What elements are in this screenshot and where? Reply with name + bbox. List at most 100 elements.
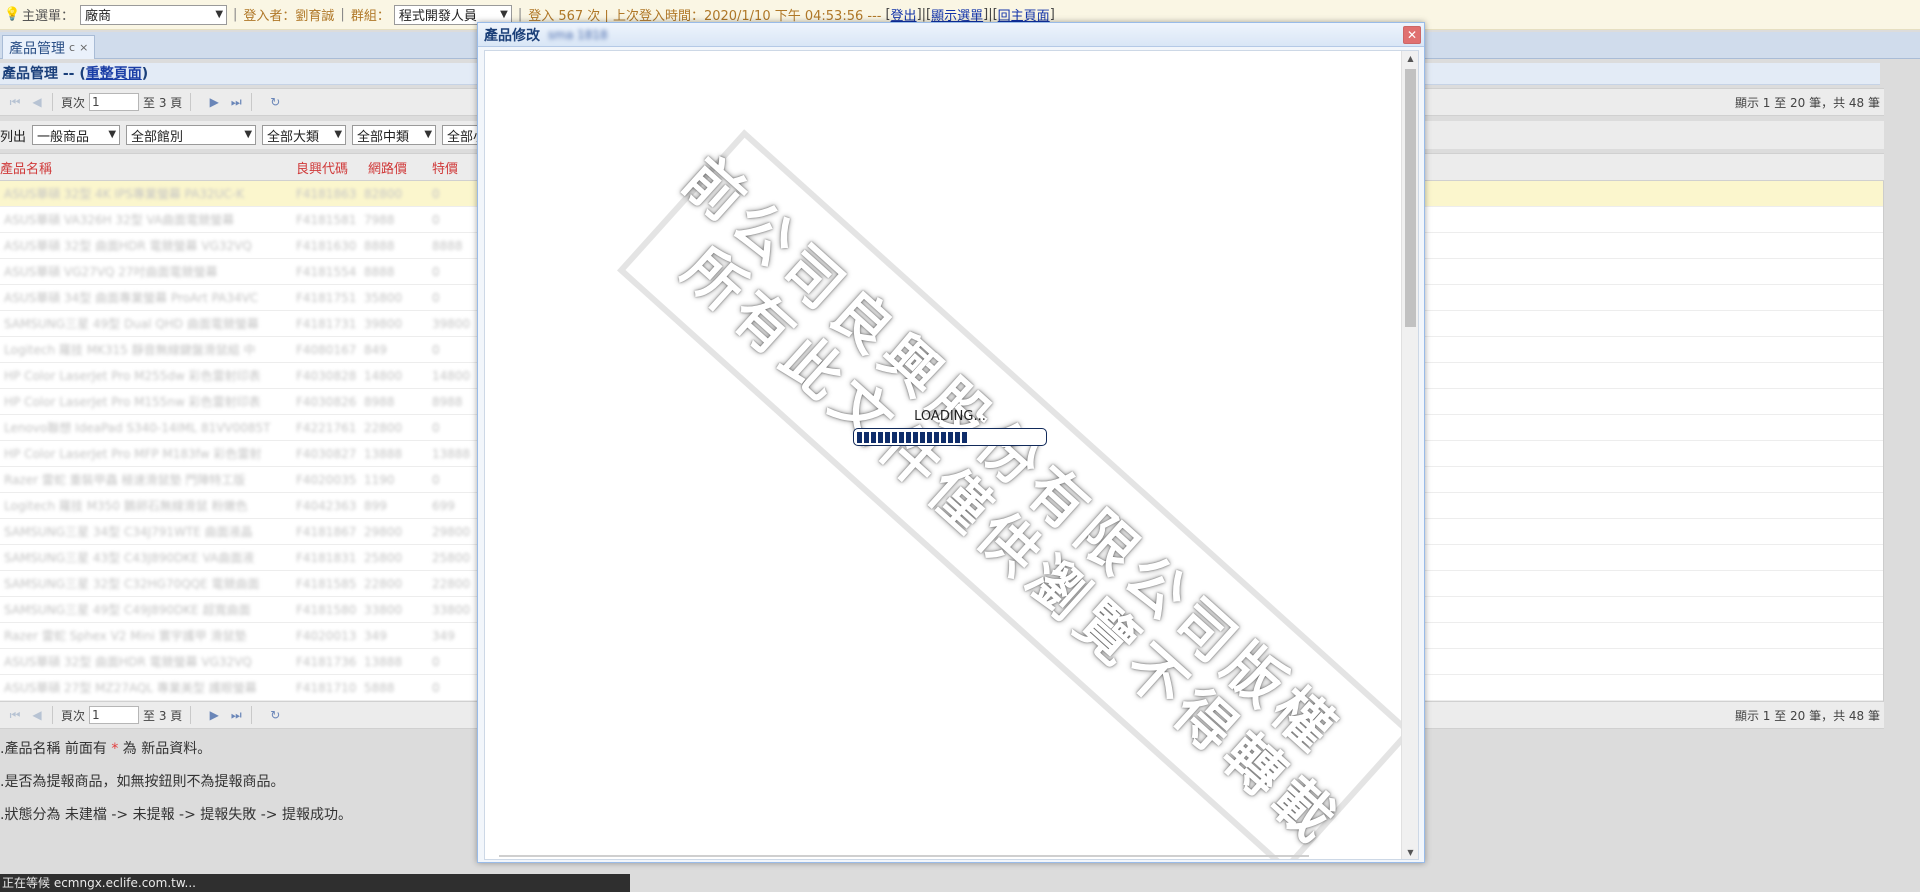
column-header[interactable]: 產品名稱 <box>0 158 296 177</box>
cell-code: F4181581 <box>296 212 357 227</box>
category-middle-value: 全部中類 <box>357 129 410 145</box>
dialog-body: 前公司良興股份有限公司版權 所有此文件僅供瀏覽不得轉載 LOADING... ▲… <box>484 50 1419 860</box>
cell-special: 29800 <box>432 524 471 539</box>
category-major-select[interactable]: 全部大類 ▼ <box>262 125 347 145</box>
login-user: 登入者：劉育誠 <box>243 9 335 24</box>
prev-page-icon[interactable]: ◀ <box>30 708 44 722</box>
column-header[interactable]: 良興代碼 <box>296 158 368 177</box>
watermark: 前公司良興股份有限公司版權 所有此文件僅供瀏覽不得轉載 <box>485 51 1418 860</box>
divider <box>251 706 253 724</box>
cell-name: SAMSUNG三星 43型 C43J890DKE VA曲面液 <box>4 551 255 565</box>
cell-code: F4020035 <box>296 472 357 487</box>
cell-special: 25800 <box>432 550 471 565</box>
cell-special: 14800 <box>432 368 471 383</box>
close-icon[interactable]: × <box>79 41 88 54</box>
cell-name: SAMSUNG三星 34型 C34J791WTE 曲面液晶 <box>4 525 253 539</box>
type-select[interactable]: 一般商品 ▼ <box>32 125 121 145</box>
cell-code: F4181585 <box>296 576 357 591</box>
prev-page-icon[interactable]: ◀ <box>30 95 44 109</box>
lightbulb-icon: 💡 <box>4 6 21 22</box>
cell-special: 699 <box>432 498 455 513</box>
dialog-subtitle: sma 1818 <box>548 27 608 42</box>
store-select[interactable]: 全部館別 ▼ <box>126 125 257 145</box>
cell-name: HP Color LaserJet Pro M155nw 彩色雷射印表 <box>4 395 261 409</box>
dialog-header[interactable]: 產品修改 sma 1818 <box>478 23 1424 47</box>
type-select-value: 一般商品 <box>37 129 90 145</box>
category-middle-select[interactable]: 全部中類 ▼ <box>352 125 437 145</box>
progress-segment <box>864 431 869 443</box>
watermark-line: 所有此文件僅供瀏覽不得轉載 <box>670 234 1354 860</box>
progress-segment <box>913 431 918 443</box>
cell-name: ASUS華碩 VA326H 32型 VA曲面電競螢幕 <box>4 213 235 227</box>
note-report: .是否為提報商品，如無按鈕則不為提報商品。 <box>0 774 285 790</box>
cell-special: 0 <box>432 472 440 487</box>
cell-code: F4181580 <box>296 602 357 617</box>
progress-segment <box>962 431 967 443</box>
close-icon[interactable]: ✕ <box>1403 26 1421 44</box>
progress-segment <box>857 431 862 443</box>
cell-name: SAMSUNG三星 49型 C49J890DKE 超寬曲面 <box>4 603 251 617</box>
group-label: 群組： <box>350 9 390 24</box>
cell-name: SAMSUNG三星 49型 Dual QHD 曲面電競螢幕 <box>4 317 259 331</box>
scroll-up-icon[interactable]: ▲ <box>1402 51 1418 67</box>
cell-price: 22800 <box>364 420 403 435</box>
cell-special: 0 <box>432 290 440 305</box>
cell-code: F4181736 <box>296 654 357 669</box>
cell-price: 22800 <box>364 576 403 591</box>
cell-price: 82800 <box>364 186 403 201</box>
scroll-thumb[interactable] <box>1405 69 1416 327</box>
cell-price: 35800 <box>364 290 403 305</box>
cell-name: ASUS華碩 32型 曲面HDR 電競螢幕 VG32VQ <box>4 239 252 253</box>
progress-segment <box>899 431 904 443</box>
cell-code: F4181710 <box>296 680 357 695</box>
cell-price: 849 <box>364 342 387 357</box>
cell-name: HP Color LaserJet Pro MFP M183fw 彩色雷射 <box>4 447 262 461</box>
cell-code: F4181751 <box>296 290 357 305</box>
dialog-title: 產品修改 <box>484 27 540 44</box>
vertical-scrollbar[interactable]: ▲ ▼ <box>1401 51 1418 859</box>
cell-price: 8988 <box>364 394 395 409</box>
first-page-icon[interactable]: ⏮ <box>8 708 22 722</box>
refresh-icon[interactable]: c <box>69 41 75 54</box>
tab-product-management[interactable]: 產品管理 c × <box>2 35 96 59</box>
chevron-down-icon: ▼ <box>334 129 343 140</box>
cell-name: Logitech 羅技 M350 鵝卵石無線滑鼠 粉嫩色 <box>4 499 248 513</box>
cell-code: F4042363 <box>296 498 357 513</box>
cell-code: F4181831 <box>296 550 357 565</box>
page-input[interactable]: 1 <box>89 706 140 724</box>
loading-text: LOADING... <box>914 409 986 424</box>
cell-code: F4030827 <box>296 446 357 461</box>
page-input[interactable]: 1 <box>89 93 140 111</box>
cell-name: Razer 雷蛇 Sphex V2 Mini 寰宇護甲 滑鼠墊 <box>4 629 247 643</box>
refresh-icon[interactable]: ↻ <box>268 95 282 109</box>
first-page-icon[interactable]: ⏮ <box>8 95 22 109</box>
last-page-icon[interactable]: ⏭ <box>229 708 243 722</box>
horizontal-scrollbar[interactable] <box>499 855 1309 857</box>
refresh-icon[interactable]: ↻ <box>268 708 282 722</box>
product-edit-dialog: 產品修改 sma 1818 ✕ 前公司良興股份有限公司版權 所有此文件僅供瀏覽不… <box>477 22 1425 863</box>
scroll-down-icon[interactable]: ▼ <box>1402 845 1418 859</box>
divider <box>52 706 53 724</box>
progress-segment <box>955 431 960 443</box>
cell-special: 0 <box>432 264 440 279</box>
divider <box>251 93 253 111</box>
last-page-icon[interactable]: ⏭ <box>229 95 243 109</box>
next-page-icon[interactable]: ▶ <box>207 708 221 722</box>
column-header[interactable]: 網路價 <box>368 158 432 177</box>
cell-price: 29800 <box>364 524 403 539</box>
next-page-icon[interactable]: ▶ <box>207 95 221 109</box>
cell-special: 13888 <box>432 446 471 461</box>
cell-price: 8888 <box>364 264 395 279</box>
vendor-select[interactable]: 廠商 ▼ <box>80 4 228 25</box>
cell-special: 349 <box>432 628 455 643</box>
cell-code: F4181731 <box>296 316 357 331</box>
cell-special: 8988 <box>432 394 463 409</box>
cell-name: Logitech 羅技 MK315 靜音無線鍵盤滑鼠組 中 <box>4 343 256 357</box>
cell-price: 1190 <box>364 472 395 487</box>
cell-price: 39800 <box>364 316 403 331</box>
cell-code: F4181630 <box>296 238 357 253</box>
column-header[interactable]: 特價 <box>432 158 478 177</box>
chevron-down-icon: ▼ <box>215 8 224 20</box>
cell-special: 8888 <box>432 238 463 253</box>
reset-page-link[interactable]: 重整頁面 <box>86 66 142 82</box>
